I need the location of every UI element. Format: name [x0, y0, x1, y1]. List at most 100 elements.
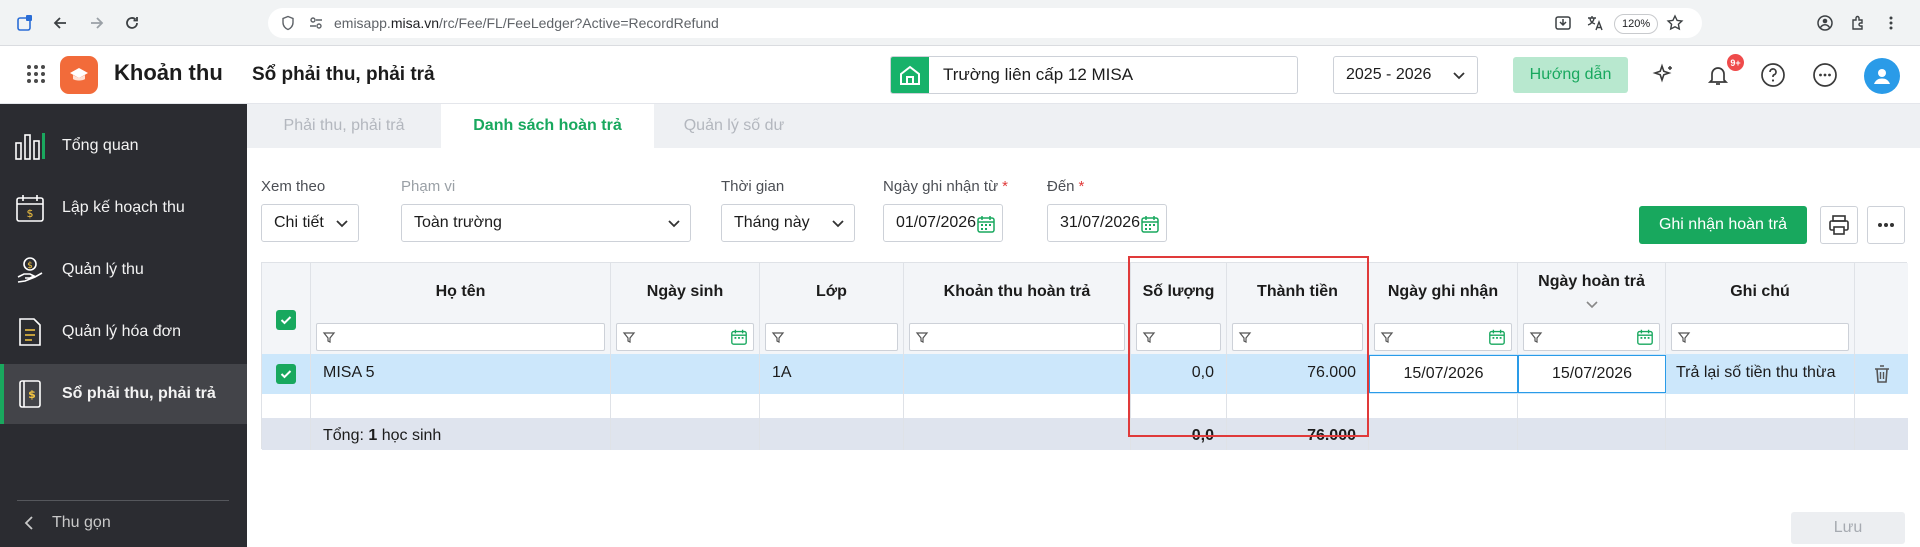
translate-icon[interactable] [1580, 8, 1610, 38]
address-bar[interactable]: emisapp. misa.vn/rc/Fee/FL/FeeLedger?Acti… [268, 8, 1702, 38]
sidebar-item-invoices[interactable]: Quản lý hóa đơn [0, 302, 247, 362]
view-by-select[interactable]: Chi tiết [261, 204, 359, 242]
notification-badge: 9+ [1727, 54, 1744, 71]
trash-icon[interactable] [1871, 363, 1893, 385]
back-icon[interactable] [45, 8, 75, 38]
period-select[interactable]: Tháng này [721, 204, 855, 242]
column-header: Ngày sinh [611, 263, 759, 354]
ellipsis-icon [1878, 223, 1894, 227]
select-all-checkbox[interactable] [276, 310, 296, 330]
guide-button[interactable]: Hướng dẫn [1513, 57, 1628, 93]
sidebar: Tổng quan $ Lập kế hoạch thu $ Quản lý t… [0, 104, 247, 547]
tab-receivables[interactable]: Phải thu, phải trả [247, 104, 441, 148]
invoice-icon [12, 314, 48, 350]
tune-icon[interactable] [308, 15, 324, 31]
filter-icon [771, 332, 785, 343]
content-panel: Xem theo Chi tiết Phạm vi Toàn trường Th… [247, 148, 1920, 547]
bookmark-star-icon[interactable] [1660, 8, 1690, 38]
reload-icon[interactable] [117, 8, 147, 38]
check-icon [280, 370, 292, 379]
calendar-icon[interactable] [1488, 328, 1506, 346]
collapse-sidebar-button[interactable]: Thu gọn [22, 514, 111, 532]
save-button[interactable]: Lưu [1791, 512, 1905, 544]
calendar-icon[interactable] [1636, 328, 1654, 346]
school-year-value: 2025 - 2026 [1346, 66, 1432, 83]
note-filter-input[interactable] [1671, 323, 1849, 351]
sidebar-item-label: Tổng quan [62, 137, 139, 154]
refund-date-cell[interactable]: 15/07/2026 [1518, 355, 1666, 393]
extensions-icon[interactable] [1843, 8, 1873, 38]
chevron-down-icon [336, 220, 348, 228]
calendar-icon[interactable] [730, 328, 748, 346]
sidebar-item-planning[interactable]: $ Lập kế hoạch thu [0, 178, 247, 238]
filter-icon [322, 332, 336, 343]
sidebar-item-overview[interactable]: Tổng quan [0, 116, 247, 176]
forward-icon[interactable] [82, 8, 112, 38]
school-year-select[interactable]: 2025 - 2026 [1333, 56, 1478, 94]
chevron-left-icon [24, 516, 33, 530]
school-icon [891, 57, 929, 93]
to-date-input[interactable]: 31/07/2026 [1047, 204, 1167, 242]
ai-sparkle-icon[interactable] [1649, 60, 1679, 90]
to-date-value: 31/07/2026 [1060, 214, 1141, 231]
sidebar-divider [17, 500, 229, 501]
collapse-label: Thu gọn [52, 514, 111, 531]
refund-date-filter-input[interactable] [1523, 323, 1660, 351]
more-options-icon[interactable] [1810, 60, 1840, 90]
dob-filter-input[interactable] [616, 323, 754, 351]
column-header-label: Ngày hoàn trả [1538, 273, 1645, 290]
profile-icon[interactable] [1810, 8, 1840, 38]
browser-menu-icon[interactable] [1876, 8, 1906, 38]
browser-toolbar: emisapp. misa.vn/rc/Fee/FL/FeeLedger?Acti… [0, 0, 1920, 46]
tab-refund-list[interactable]: Danh sách hoàn trả [441, 104, 654, 148]
checkbox-column [262, 263, 311, 450]
column-header-label: Ngày sinh [646, 283, 724, 300]
app-grid-icon[interactable] [26, 64, 46, 89]
sidebar-item-ledger[interactable]: $ Sổ phải thu, phải trả [0, 364, 247, 424]
amount-filter-input[interactable] [1232, 323, 1363, 351]
cell-qty: 0,0 [1191, 364, 1214, 381]
calendar-icon[interactable] [976, 214, 996, 234]
print-button[interactable] [1820, 206, 1858, 244]
column-class: Lớp 1A [760, 263, 904, 450]
tab-balance[interactable]: Quản lý số dư [654, 104, 814, 148]
chevron-down-icon [832, 220, 844, 228]
column-header-label: Số lượng [1142, 283, 1215, 300]
column-header-label: Ghi chú [1730, 283, 1790, 300]
fee-filter-input[interactable] [909, 323, 1125, 351]
qty-filter-input[interactable] [1136, 323, 1221, 351]
svg-text:$: $ [27, 261, 33, 271]
class-filter-input[interactable] [765, 323, 898, 351]
sort-chevron-down-icon[interactable] [1585, 299, 1599, 311]
column-header: Ghi chú [1666, 263, 1854, 354]
help-icon[interactable] [1758, 60, 1788, 90]
record-date-filter-input[interactable] [1374, 323, 1512, 351]
chart-bars-icon [12, 128, 48, 164]
tab-actions-icon[interactable] [10, 8, 40, 38]
filter-icon [915, 332, 929, 343]
filter-icon [1529, 332, 1543, 343]
record-date-cell[interactable]: 15/07/2026 [1369, 355, 1518, 393]
row-checkbox[interactable] [276, 364, 296, 384]
more-actions-button[interactable] [1867, 206, 1905, 244]
from-date-input[interactable]: 01/07/2026 [883, 204, 1003, 242]
zoom-level[interactable]: 120% [1614, 14, 1659, 34]
site-info-icon[interactable] [280, 15, 296, 31]
install-app-icon[interactable] [1548, 8, 1578, 38]
name-filter-input[interactable] [316, 323, 605, 351]
filter-icon [622, 332, 636, 343]
record-refund-button[interactable]: Ghi nhận hoàn trả [1639, 206, 1807, 244]
school-name: Trường liên cấp 12 MISA [943, 65, 1134, 84]
app-logo [60, 56, 98, 94]
column-fee: Khoản thu hoàn trả [904, 263, 1131, 450]
scope-select[interactable]: Toàn trường [401, 204, 691, 242]
user-avatar[interactable] [1864, 58, 1900, 94]
to-date-label: Đến * [1047, 178, 1085, 195]
total-amount: 76.000 [1307, 427, 1356, 444]
school-selector[interactable]: Trường liên cấp 12 MISA [890, 56, 1298, 94]
sidebar-item-collection[interactable]: $ Quản lý thu [0, 240, 247, 300]
column-header-label: Ngày ghi nhận [1387, 283, 1499, 300]
column-header: Khoản thu hoàn trả [904, 263, 1130, 354]
column-header: Ngày hoàn trả [1518, 263, 1665, 354]
calendar-icon[interactable] [1140, 214, 1160, 234]
